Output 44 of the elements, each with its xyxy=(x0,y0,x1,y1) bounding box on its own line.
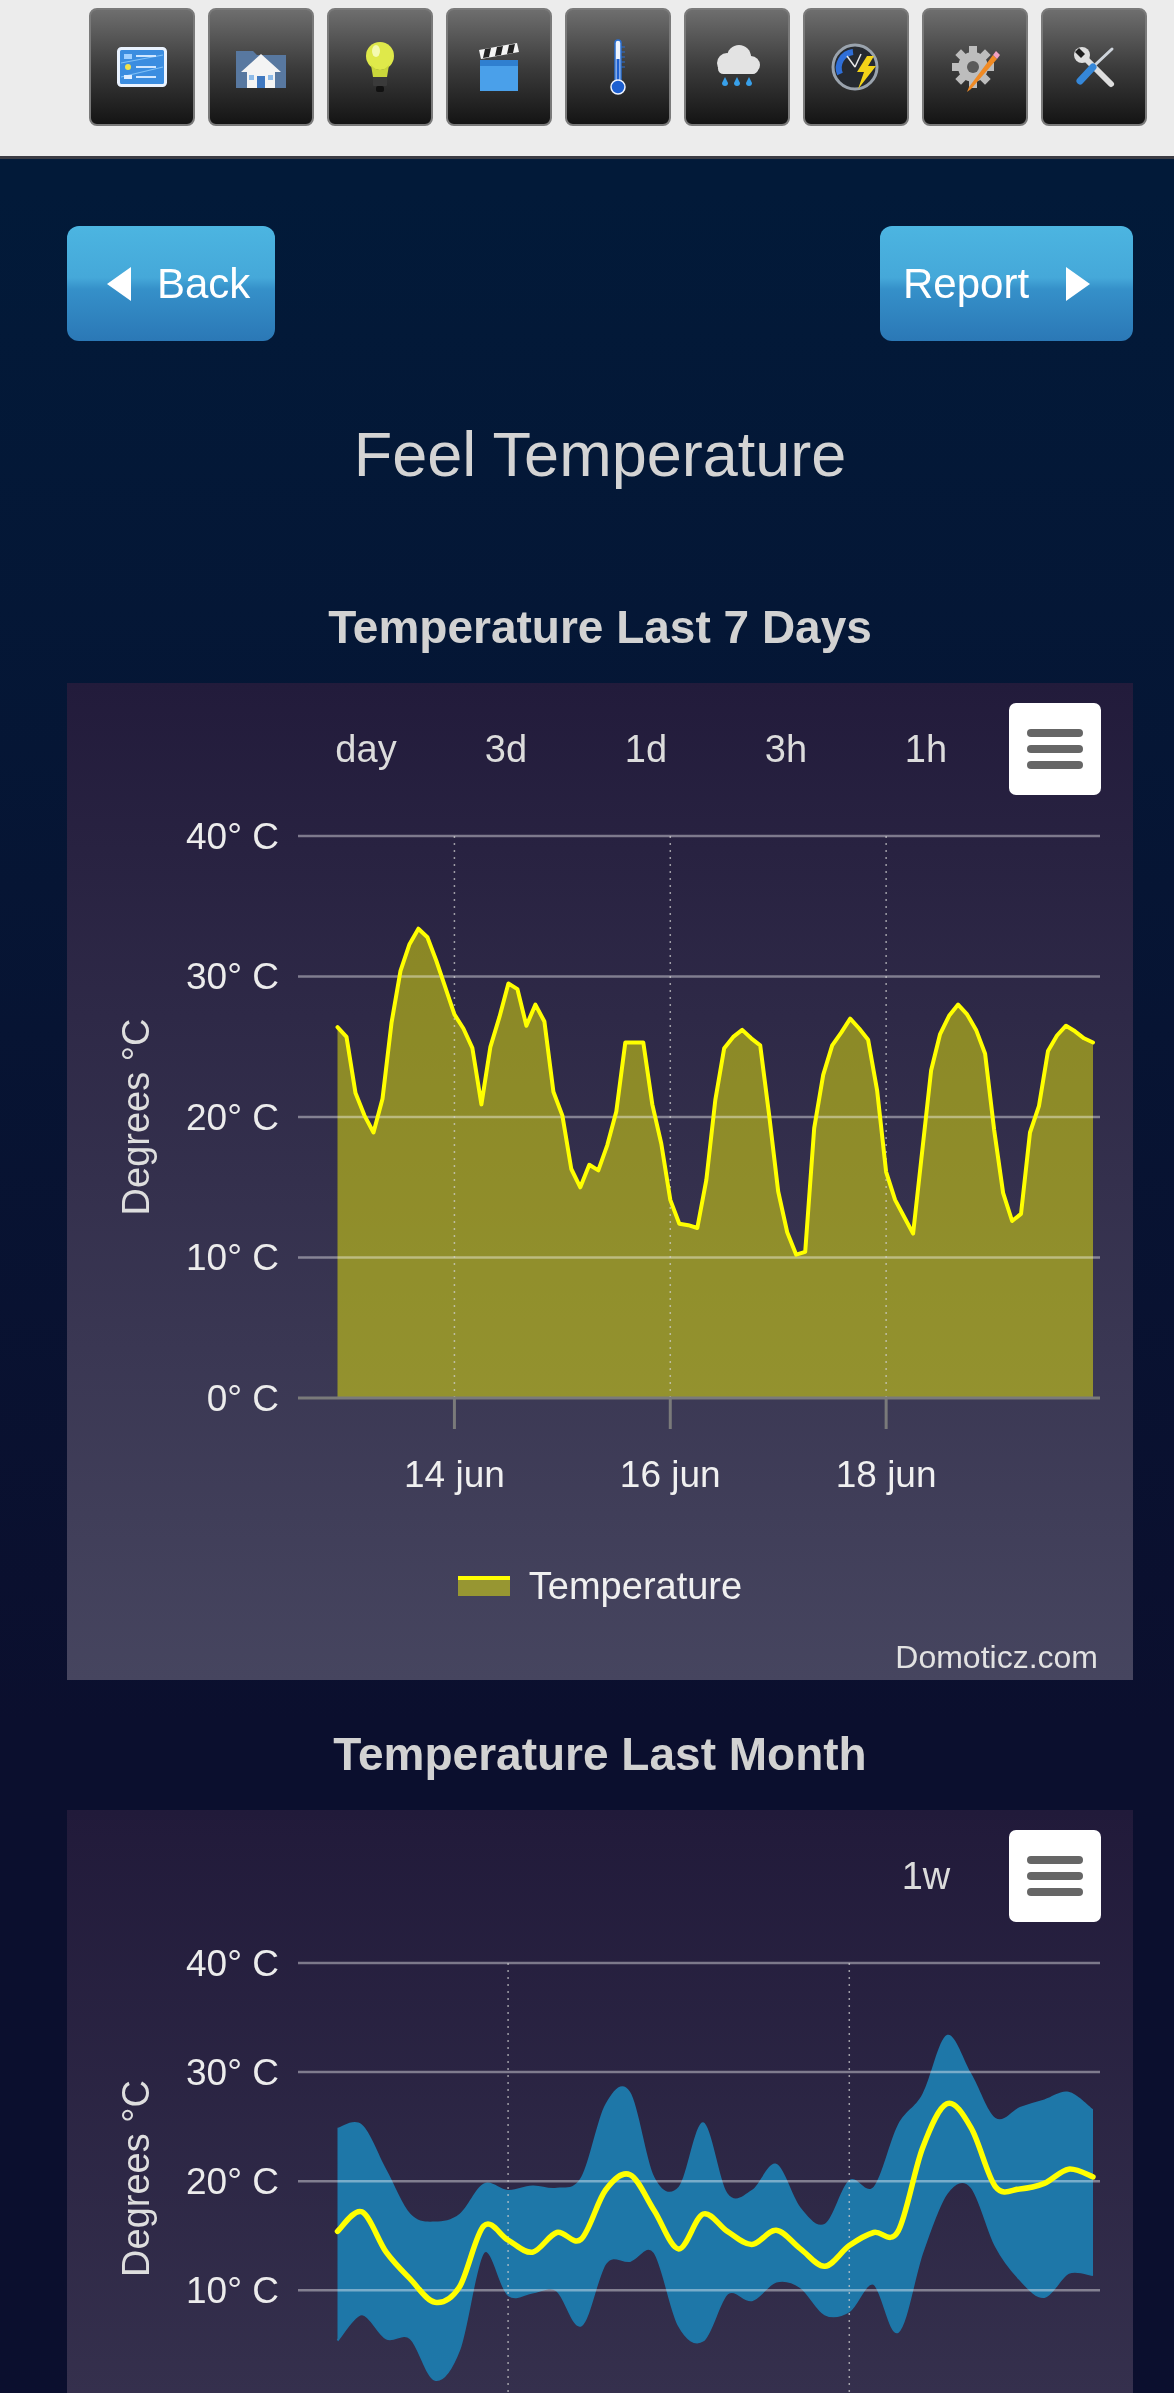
y-axis-label: 10° C xyxy=(186,1237,279,1278)
tools-icon xyxy=(1071,44,1117,90)
y-axis-label: 40° C xyxy=(186,1942,279,1984)
menu-button[interactable] xyxy=(1009,1830,1101,1922)
thermometer-icon xyxy=(609,39,627,95)
range-button[interactable]: day xyxy=(306,730,426,768)
menu-button[interactable] xyxy=(1009,703,1101,795)
x-axis-label: 18 jun xyxy=(835,1453,937,1495)
legend-swatch-icon xyxy=(457,1576,510,1596)
y-axis-label: 20° C xyxy=(186,2160,279,2202)
gauge-icon xyxy=(831,42,881,92)
light-bulb-button[interactable] xyxy=(327,8,433,126)
y-axis-label: 30° C xyxy=(186,956,279,997)
triangle-right-icon xyxy=(1065,265,1092,302)
thermometer-button[interactable] xyxy=(565,8,671,126)
gear-pencil-button[interactable] xyxy=(922,8,1028,126)
legend-item[interactable]: Temperature xyxy=(457,1566,743,1606)
gauge-button[interactable] xyxy=(803,8,909,126)
x-axis-label: 14 jun xyxy=(404,1453,505,1495)
credits-link[interactable]: Domoticz.com xyxy=(895,1641,1098,1673)
range-button[interactable]: 1h xyxy=(866,730,986,768)
triangle-left-icon xyxy=(106,265,132,302)
y-axis-label: 40° C xyxy=(186,815,279,857)
range-button[interactable]: 1w xyxy=(866,1857,986,1895)
y-axis-title: Degrees °C xyxy=(115,1018,157,1216)
y-axis-label: 0° C xyxy=(206,1377,279,1419)
range-button[interactable]: 1d xyxy=(586,730,706,768)
screen-button[interactable] xyxy=(89,8,195,126)
house-button[interactable] xyxy=(208,8,314,126)
rain-cloud-button[interactable] xyxy=(684,8,790,126)
x-axis-label: 16 jun xyxy=(619,1453,721,1495)
menu-icon xyxy=(1027,1856,1083,1896)
y-axis-label: 20° C xyxy=(186,1096,279,1138)
y-axis-label: 10° C xyxy=(186,2269,279,2311)
range-button[interactable]: 3h xyxy=(726,730,846,768)
light-bulb-icon xyxy=(365,41,395,93)
tools-button[interactable] xyxy=(1041,8,1147,126)
clapperboard-icon xyxy=(477,42,521,92)
range-button[interactable]: 3d xyxy=(446,730,566,768)
y-axis-title: Degrees °C xyxy=(115,2080,157,2277)
y-axis-label: 30° C xyxy=(186,2051,279,2093)
menu-icon xyxy=(1027,729,1083,769)
screen-icon xyxy=(117,47,167,87)
clapperboard-button[interactable] xyxy=(446,8,552,126)
